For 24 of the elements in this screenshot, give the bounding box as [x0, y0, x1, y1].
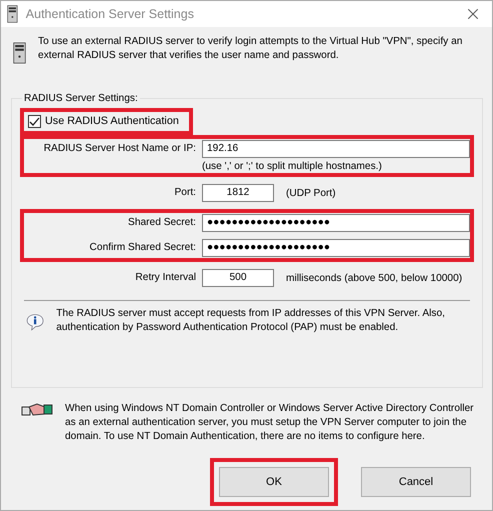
info-text: The RADIUS server must accept requests from IP addresses of this VPN Server. Also, authentication by Password Authentication Protocol (PAP) must be enabled. [56, 306, 446, 335]
input-field[interactable]: 1812 [202, 184, 274, 202]
input-field[interactable]: 192.16 [202, 140, 470, 158]
input-field[interactable]: 500 [202, 268, 274, 287]
dialog-button[interactable]: Cancel [361, 467, 471, 497]
input-field[interactable]: ●●●●●●●●●●●●●●●●●●●● [202, 214, 470, 232]
server-icon [7, 4, 18, 23]
group-title: RADIUS Server Settings: [23, 92, 139, 104]
field-label: Shared Secret: [127, 216, 196, 228]
input-field[interactable]: ●●●●●●●●●●●●●●●●●●●● [202, 238, 470, 257]
checkbox[interactable] [28, 114, 41, 128]
field-label: Confirm Shared Secret: [88, 240, 196, 253]
unit-text: milliseconds (above 500, below 10000) [286, 272, 464, 285]
field-label: Retry Interval [134, 270, 196, 283]
field-label: RADIUS Server Host Name or IP: [42, 142, 196, 154]
dialog-button[interactable]: OK [219, 467, 329, 497]
window-title: Authentication Server Settings [26, 6, 195, 21]
use-radius-checkbox[interactable]: Use RADIUS Authentication [24, 112, 189, 131]
checkmark-icon [29, 116, 40, 127]
field-label: Port: [173, 186, 196, 198]
domain-note: When using Windows NT Domain Controller or Windows Server Active Directory Controller as an external authentication server, you must setup the VPN Server computer to join the domain. To use NT Domain Authentication, there are no items to configure here. [65, 402, 475, 444]
unit-text: (UDP Port) [286, 186, 337, 200]
hint-text: (use ',' or ';' to split multiple hostnames.) [202, 160, 383, 172]
intro-text: To use an external RADIUS server to verify login attempts to the Virtual Hub "VPN", specify an external RADIUS server that verifies the user name and password. [38, 34, 464, 63]
